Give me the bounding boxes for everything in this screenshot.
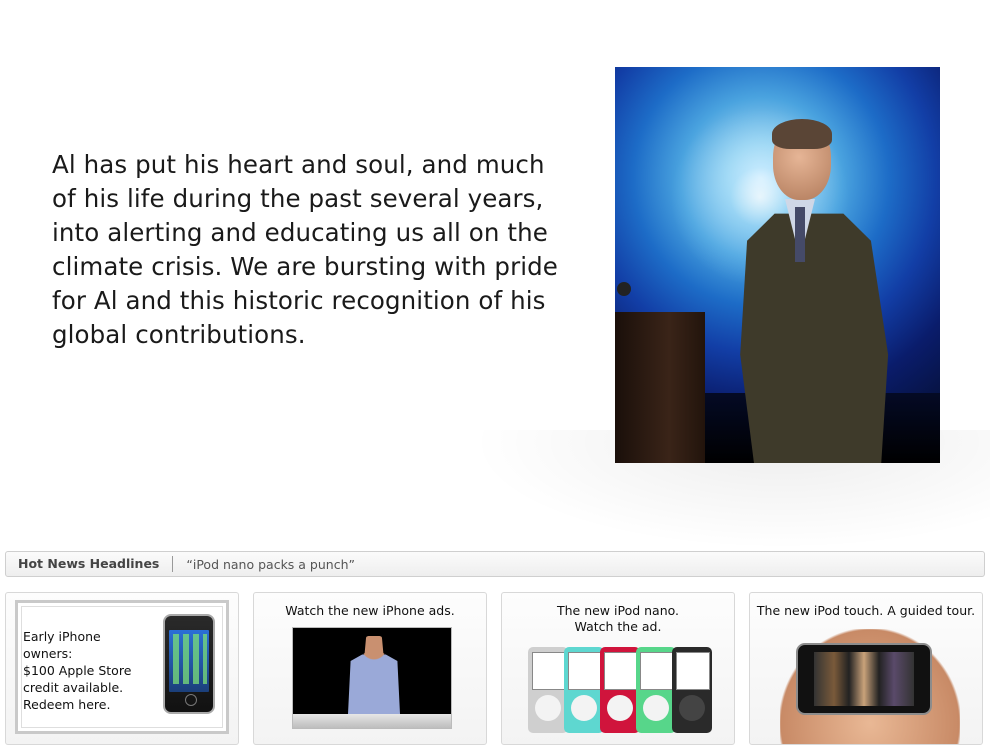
ipod-nano-green	[636, 647, 676, 733]
promo-title[interactable]: Watch the new iPhone ads.	[254, 603, 486, 619]
hero-speaker-photo[interactable]	[615, 67, 940, 463]
promo-title-line: The new iPod nano.	[556, 603, 680, 618]
presenter-image	[348, 636, 400, 714]
promo-tile-ipod-nano[interactable]: The new iPod nano. Watch the ad.	[501, 592, 735, 745]
promo-line: credit available.	[23, 680, 124, 695]
hero-quote: Al has put his heart and soul, and much …	[52, 150, 558, 349]
promo-line: $100 Apple Store	[23, 663, 132, 678]
promo-title[interactable]: The new iPod touch. A guided tour.	[750, 603, 982, 619]
promo-iphone-credit-text[interactable]: Early iPhone owners: $100 Apple Store cr…	[23, 628, 153, 713]
speaker-tie	[795, 207, 805, 262]
iphone-screen	[169, 630, 209, 692]
ipod-nano-aqua	[564, 647, 604, 733]
hot-news-label[interactable]: Hot News Headlines	[6, 556, 174, 572]
video-player-thumbnail[interactable]	[292, 627, 452, 729]
podium	[615, 312, 705, 463]
ipod-nano-lineup-image	[528, 647, 714, 733]
iphone-image	[163, 614, 215, 714]
hot-news-headline[interactable]: “iPod nano packs a punch”	[173, 557, 355, 572]
microphone	[617, 282, 631, 296]
ipod-nano-red	[600, 647, 640, 733]
promo-line: Redeem here.	[23, 697, 111, 712]
hot-news-bar: Hot News Headlines “iPod nano packs a pu…	[5, 551, 985, 577]
home-button-icon	[185, 694, 197, 706]
promo-tile-iphone-ads[interactable]: Watch the new iPhone ads.	[253, 592, 487, 745]
ipod-nano-silver	[528, 647, 568, 733]
promo-tile-ipod-touch[interactable]: The new iPod touch. A guided tour.	[749, 592, 983, 745]
ipod-nano-black	[672, 647, 712, 733]
promo-tile-iphone-credit[interactable]: Early iPhone owners: $100 Apple Store cr…	[5, 592, 239, 745]
speaker-hair	[772, 119, 832, 149]
video-controls	[293, 714, 451, 728]
promo-title-line: Watch the ad.	[574, 619, 662, 634]
coverflow-screen	[814, 652, 914, 706]
ipod-touch-image	[796, 643, 932, 715]
promo-title[interactable]: The new iPod nano. Watch the ad.	[502, 603, 734, 635]
promo-line: Early iPhone owners:	[23, 629, 101, 661]
